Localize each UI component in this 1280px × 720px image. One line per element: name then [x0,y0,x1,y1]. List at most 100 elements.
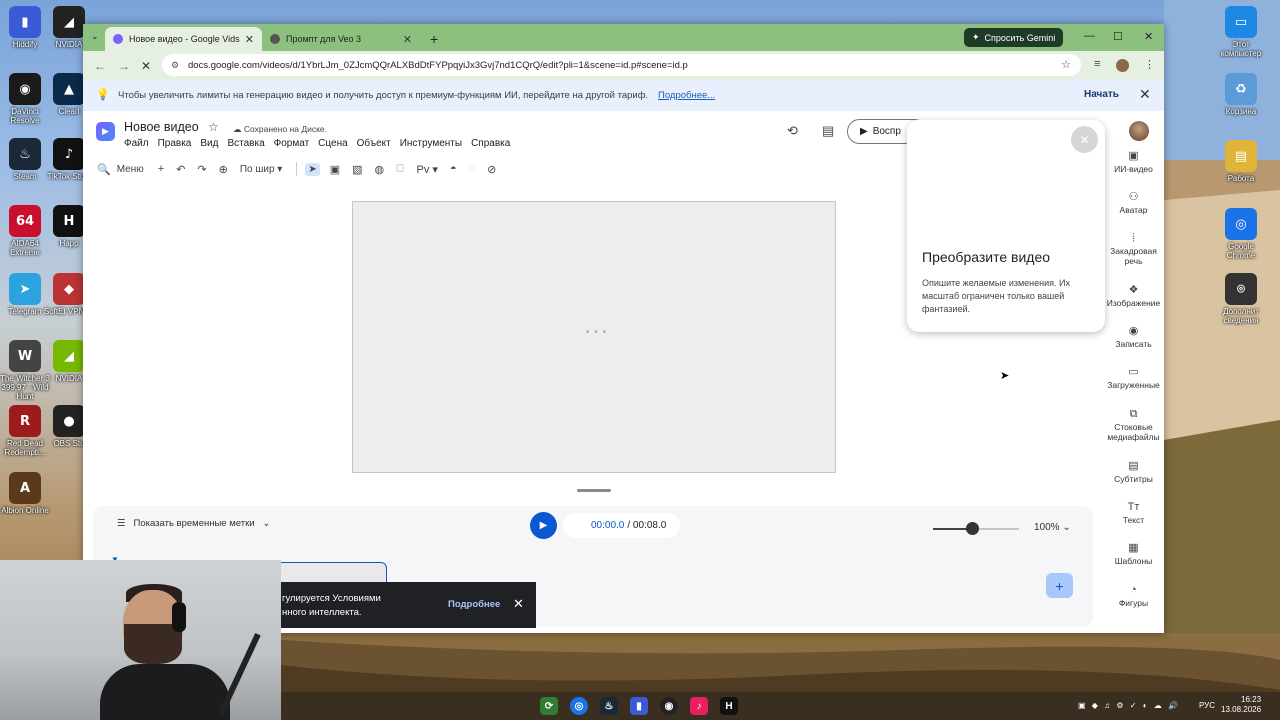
toast-close-icon[interactable]: ✕ [513,596,524,612]
system-clock[interactable]: 16:23 13.08.2026 [1221,695,1261,715]
panel-resize-handle[interactable] [577,489,611,492]
vids-logo-icon[interactable]: ▶ [96,122,115,141]
image-insert-icon[interactable]: ▧ [352,163,362,176]
new-tab-icon[interactable]: + [430,31,438,47]
comments-icon[interactable]: ▤ [822,123,834,139]
menu-item[interactable]: Вставка [227,138,264,149]
side-panel-item[interactable]: ▤ Субтитры [1103,461,1164,485]
undo-icon[interactable]: ↶ [176,163,185,176]
browser-menu-icon[interactable]: ⋮ [1144,58,1155,71]
infobar-close-icon[interactable]: ✕ [1139,86,1151,103]
side-panel-label: ИИ-видео [1114,164,1153,174]
popup-description: Опишите желаемые изменения. Их масштаб о… [922,278,1070,314]
zoom-percent-dropdown[interactable]: 100% ⌄ [1034,522,1071,533]
redo-icon[interactable]: ↷ [197,163,206,176]
tab-google-vids[interactable]: Новое видео - Google Vids ✕ [105,27,262,51]
fit-width-dropdown[interactable]: По шир ▾ [240,164,283,175]
taskbar-davinci-icon[interactable]: ◉ [660,697,678,715]
stop-loading-icon[interactable]: ✕ [141,59,151,73]
tab-veo-prompt[interactable]: Промпт для Veo 3 ✕ [262,27,420,51]
account-avatar[interactable] [1129,121,1149,141]
site-info-icon[interactable]: ⚙ [171,60,181,70]
taskbar-hiddify-icon[interactable]: ▮ [630,697,648,715]
select-cursor-icon[interactable]: ➤ [305,162,320,176]
desktop-shortcut[interactable]: ▤ Работа [1214,140,1268,183]
tab-search-chevron-icon[interactable]: ⌄ [91,31,99,42]
taskbar-tiktok-icon[interactable]: ♪ [690,697,708,715]
lightbulb-icon: 💡 [96,89,110,101]
reading-list-icon[interactable]: ≡ [1094,58,1100,70]
infobar-start-button[interactable]: Начать [1084,89,1119,100]
app-icon: ▭ [1225,6,1257,38]
zoom-slider-handle[interactable] [965,522,979,535]
menu-item[interactable]: Правка [158,138,192,149]
zoom-icon[interactable]: ⊕ [219,163,228,176]
taskbar-sync-icon[interactable]: ⟳ [540,697,558,715]
menu-item[interactable]: Вид [200,138,218,149]
side-panel-item[interactable]: ⧉ Стоковые медиафайлы [1103,409,1164,443]
back-icon[interactable]: ← [94,59,106,73]
taskbar-chrome-icon[interactable]: ◎ [570,697,588,715]
webcam-overlay [0,560,281,720]
star-icon[interactable]: ☆ [208,120,219,134]
toast-message-line2: нного интеллекта. [282,607,362,618]
taskbar-happ-icon[interactable]: H [720,697,738,715]
gemini-sparkle-icon: ✦ [972,32,980,42]
side-panel-item[interactable]: ⚇ Аватар [1103,192,1164,216]
timeline-play-button[interactable]: ▶ [530,512,557,539]
desktop-shortcut[interactable]: ◎ Google Chrome [1214,208,1268,260]
menu-item[interactable]: Файл [124,138,149,149]
side-panel-item[interactable]: ▭ Загруженные [1103,367,1164,391]
palette-icon[interactable]: ◍ [375,163,385,176]
tab-close-icon[interactable]: ✕ [403,33,412,46]
desktop-shortcut-label: Google Chrome [1226,242,1256,260]
templates-icon: ▦ [1128,542,1139,554]
profile-avatar-icon[interactable] [1116,59,1129,72]
side-panel-item[interactable]: ❖ Изображение [1103,285,1164,309]
menu-item[interactable]: Объект [357,138,391,149]
desktop-shortcut[interactable]: A Albion Online [0,472,52,515]
show-timestamps-toggle[interactable]: ☰ Показать временные метки ⌄ [117,518,271,529]
window-close-icon[interactable]: ✕ [1144,30,1153,43]
side-panel-item[interactable]: ▦ Шаблоны [1103,542,1164,567]
system-tray-icons[interactable]: ▣ ◆ ♫ ⚙ ✓ ◐ ☁ 🔊 [1078,701,1180,710]
side-panel-item[interactable]: ◉ Записать [1103,326,1164,350]
menu-item[interactable]: Инструменты [400,138,462,149]
popup-close-button[interactable]: ✕ [1071,126,1098,153]
url-field[interactable]: ⚙ docs.google.com/videos/d/1YbrLJm_0ZJcm… [162,54,1081,76]
side-panel-item[interactable]: Tт Текст [1103,502,1164,526]
side-panel-item[interactable]: ▣ ИИ-видео [1103,151,1164,175]
bookmark-star-icon[interactable]: ☆ [1061,58,1071,71]
document-title[interactable]: Новое видео [124,120,199,134]
infobar-more-link[interactable]: Подробнее... [658,90,715,101]
desktop-shortcut[interactable]: ▭ Этот компьютер [1214,6,1268,58]
fill-color-icon[interactable]: ◓ [450,163,457,175]
taskbar-steam-icon[interactable]: ♨ [600,697,618,715]
app-icon: ● [53,405,85,437]
version-history-icon[interactable]: ⟲ [787,123,798,139]
text-box-icon[interactable]: ▣ [330,163,340,176]
menu-item[interactable]: Формат [274,138,310,149]
minimize-icon[interactable]: — [1084,30,1095,42]
maximize-icon[interactable]: ☐ [1113,30,1123,43]
scene-canvas[interactable]: • • • [352,201,836,473]
add-scene-button[interactable]: + [1046,573,1073,598]
menu-item[interactable]: Справка [471,138,510,149]
toast-more-link[interactable]: Подробнее [448,599,500,610]
desktop-shortcut[interactable]: ♻ Корзина [1214,73,1268,116]
add-icon[interactable]: + [158,163,164,175]
text-style-icon[interactable]: Pᴠ ▾ [417,163,438,176]
tab-close-icon[interactable]: ✕ [245,33,254,46]
fit-width-label: По шир [239,163,275,175]
desktop-shortcut[interactable]: ⌾ Дополнит сведения [1214,273,1268,325]
side-panel-item[interactable]: ◔ Фигуры [1103,585,1164,609]
ask-gemini-button[interactable]: ✦ Спросить Gemini [964,28,1064,47]
link-icon[interactable]: ⊘ [487,163,496,176]
side-panel-item[interactable]: ⦙ Закадровая речь [1103,233,1164,267]
gemini-button-label: Спросить Gemini [984,32,1056,43]
menu-item[interactable]: Сцена [318,138,347,149]
input-language[interactable]: РУС [1199,701,1215,710]
forward-icon[interactable]: → [118,59,130,73]
search-menu-label[interactable]: Меню [117,164,144,175]
search-menu-icon[interactable]: 🔍 [97,163,111,176]
